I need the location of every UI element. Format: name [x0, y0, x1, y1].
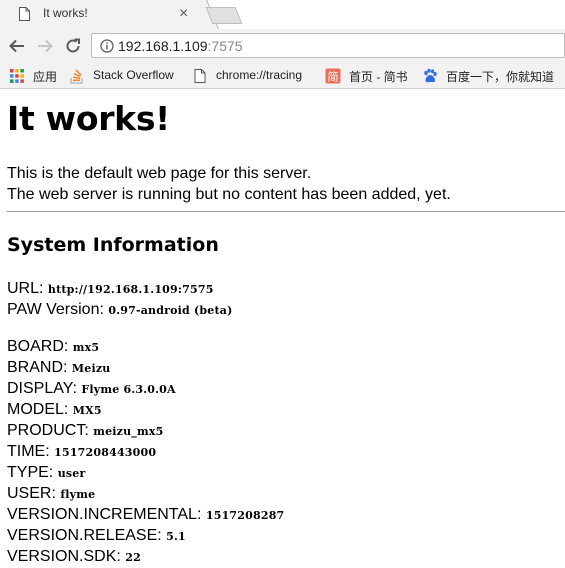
- info-row-user: USER: flyme: [7, 483, 95, 505]
- info-key: VERSION.INCREMENTAL:: [7, 506, 202, 523]
- back-arrow-icon[interactable]: [8, 37, 26, 55]
- info-value: mx5: [72, 341, 100, 354]
- info-key: TYPE:: [7, 464, 54, 481]
- toolbar: 192.168.1.109:7575: [0, 29, 565, 63]
- info-row-url: URL: http://192.168.1.109:7575: [7, 278, 214, 300]
- page-icon: [194, 69, 206, 83]
- info-row-brand: BRAND: Meizu: [7, 357, 111, 379]
- info-value: flyme: [60, 488, 96, 501]
- section-title: System Information: [7, 234, 219, 256]
- info-key: MODEL:: [7, 401, 69, 418]
- url-text: 192.168.1.109:7575: [118, 38, 243, 54]
- info-row-version-incremental: VERSION.INCREMENTAL: 1517208287: [7, 504, 284, 526]
- info-value: MX5: [72, 404, 102, 417]
- info-key: BOARD:: [7, 338, 69, 355]
- info-value: 1517208443000: [54, 446, 157, 459]
- info-key: PAW Version:: [7, 301, 104, 318]
- info-key: PRODUCT:: [7, 422, 89, 439]
- info-row-model: MODEL: MX5: [7, 399, 102, 421]
- bookmark-label: chrome://tracing: [216, 68, 303, 82]
- bookmarks-bar: 应用 Stack Overflow chrome://tracing 简 首页 …: [0, 63, 565, 89]
- page-icon: [19, 7, 30, 21]
- tab-title: It works!: [43, 6, 88, 20]
- bookmark-label: Stack Overflow: [93, 68, 174, 82]
- forward-arrow-icon[interactable]: [36, 37, 54, 55]
- info-icon[interactable]: [100, 39, 114, 53]
- info-row-paw-version: PAW Version: 0.97-android (beta): [7, 299, 233, 321]
- info-row-board: BOARD: mx5: [7, 336, 99, 358]
- info-row-version-sdk: VERSION.SDK: 22: [7, 546, 141, 568]
- info-key: DISPLAY:: [7, 380, 77, 397]
- info-key: TIME:: [7, 443, 50, 460]
- info-row-version-release: VERSION.RELEASE: 5.1: [7, 525, 186, 547]
- bookmark-label: 首页 - 简书: [349, 70, 408, 84]
- info-key: VERSION.SDK:: [7, 548, 121, 565]
- info-value: meizu_mx5: [93, 425, 164, 438]
- info-key: BRAND:: [7, 359, 68, 376]
- intro-text: This is the default web page for this se…: [7, 163, 451, 205]
- info-value: 22: [125, 551, 141, 564]
- info-value: Flyme 6.3.0.0A: [81, 383, 176, 396]
- address-bar[interactable]: 192.168.1.109:7575: [91, 33, 565, 58]
- page-heading: It works!: [7, 99, 170, 138]
- bookmark-label: 应用: [33, 70, 58, 84]
- info-value: http://192.168.1.109:7575: [47, 283, 214, 296]
- info-key: URL:: [7, 280, 44, 297]
- info-row-type: TYPE: user: [7, 462, 85, 484]
- url-port: :7575: [207, 38, 243, 54]
- info-value: 1517208287: [205, 509, 285, 522]
- browser-tab[interactable]: It works! ×: [0, 0, 205, 29]
- reload-icon[interactable]: [64, 37, 82, 55]
- intro-line: This is the default web page for this se…: [7, 165, 312, 182]
- stackoverflow-icon: [70, 69, 83, 84]
- info-row-time: TIME: 1517208443000: [7, 441, 156, 463]
- jianshu-icon: 简: [325, 68, 341, 84]
- info-key: USER:: [7, 485, 56, 502]
- info-key: VERSION.RELEASE:: [7, 527, 162, 544]
- baidu-paw-icon: [424, 68, 437, 83]
- apps-grid-icon: [10, 69, 24, 83]
- horizontal-divider: [7, 211, 565, 212]
- info-value: 0.97-android (beta): [108, 304, 233, 317]
- info-value: Meizu: [71, 362, 111, 375]
- url-host: 192.168.1.109: [118, 38, 208, 54]
- close-tab-icon[interactable]: ×: [179, 4, 188, 24]
- info-value: user: [57, 467, 86, 480]
- info-value: 5.1: [166, 530, 186, 543]
- svg-text:简: 简: [328, 70, 339, 84]
- info-row-product: PRODUCT: meizu_mx5: [7, 420, 163, 442]
- new-tab-button[interactable]: [205, 7, 243, 24]
- tab-strip: It works! ×: [0, 0, 565, 29]
- bookmark-label: 百度一下，你就知道: [446, 70, 555, 84]
- info-row-display: DISPLAY: Flyme 6.3.0.0A: [7, 378, 176, 400]
- intro-line: The web server is running but no content…: [7, 186, 451, 203]
